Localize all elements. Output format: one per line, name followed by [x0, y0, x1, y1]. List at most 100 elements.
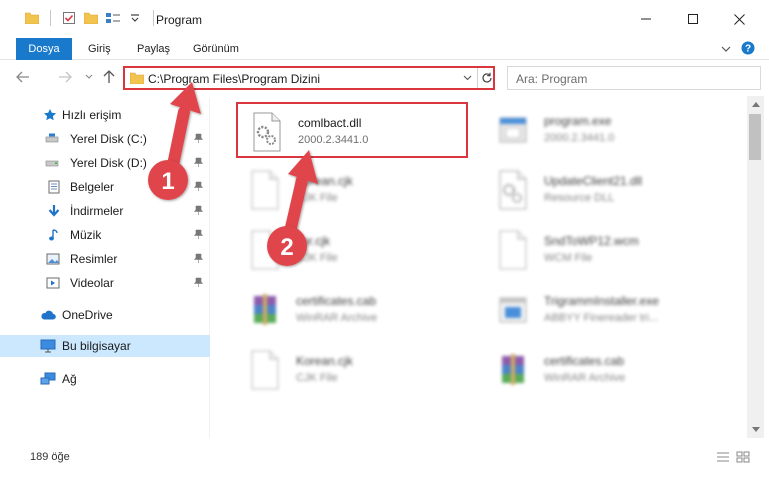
sidebar-item-label: Belgeler: [70, 180, 115, 194]
recent-locations-button[interactable]: [80, 68, 98, 86]
close-icon: [733, 13, 745, 25]
up-arrow-icon: [103, 70, 115, 83]
sidebar-item-onedrive[interactable]: OneDrive: [0, 304, 210, 326]
search-box[interactable]: Ara: Program: [507, 66, 761, 90]
tab-file[interactable]: Dosya: [16, 38, 72, 60]
file-item-updateclient21-dll[interactable]: UpdateClient21.dll Resource DLL: [484, 162, 716, 218]
file-type: WCM File: [544, 252, 593, 264]
ribbon: Dosya Giriş Paylaş Görünüm ?: [0, 38, 769, 60]
sidebar-item-label: Yerel Disk (D:): [70, 156, 147, 170]
file-item-certificates-cab[interactable]: certificates.cab WinRAR Archive: [236, 282, 468, 338]
sidebar-item-local-disk-c[interactable]: Yerel Disk (C:): [0, 128, 210, 150]
star-icon: [42, 107, 58, 123]
item-count: 189 öğe: [30, 451, 70, 463]
sidebar-item-local-disk-d[interactable]: Yerel Disk (D:): [0, 152, 210, 174]
tab-home[interactable]: Giriş: [88, 38, 111, 60]
vertical-scrollbar[interactable]: [747, 96, 764, 438]
forward-button[interactable]: [56, 68, 74, 86]
new-folder-icon[interactable]: [83, 10, 99, 26]
file-item-sndtowp12-wcm[interactable]: SndToWP12.wcm WCM File: [484, 222, 716, 278]
pin-icon: [193, 229, 204, 241]
file-name: Korean.cjk: [296, 174, 353, 188]
file-item-program-exe[interactable]: program.exe 2000.2.3441.0: [484, 102, 716, 158]
rename-icon[interactable]: [105, 10, 121, 26]
sidebar-item-downloads[interactable]: İndirmeler: [0, 200, 210, 222]
file-item-certificates-cab-2[interactable]: certificates.cab WinRAR Archive: [484, 342, 716, 398]
file-version: 2000.2.3441.0: [298, 134, 369, 146]
file-item-trigramminstaller-exe[interactable]: TrigrammInstaller.exe ABBYY Finereader t…: [484, 282, 716, 338]
maximize-icon: [688, 14, 698, 24]
pin-icon: [193, 157, 204, 169]
exe-icon: [496, 110, 536, 152]
minimize-button[interactable]: [623, 0, 669, 38]
file-version: 2000.2.3441.0: [544, 132, 615, 144]
scroll-up-icon[interactable]: [747, 96, 764, 113]
customize-dropdown-icon[interactable]: [127, 10, 143, 26]
help-icon[interactable]: ?: [741, 41, 755, 58]
search-placeholder: Ara: Program: [516, 72, 588, 86]
file-type: CJK File: [296, 192, 338, 204]
pin-icon: [193, 133, 204, 145]
file-item-kor-cjk[interactable]: kor.cjk CJK File: [236, 222, 468, 278]
quick-access-toolbar: [24, 10, 158, 26]
file-icon: [496, 230, 536, 272]
scrollbar-thumb[interactable]: [749, 114, 761, 160]
status-bar: 189 öğe: [0, 445, 769, 469]
close-button[interactable]: [716, 0, 762, 38]
address-bar[interactable]: C:\Program Files\Program Dizini: [123, 66, 495, 90]
window-title: Program: [156, 13, 203, 27]
sidebar-item-label: Ağ: [62, 372, 77, 386]
back-button[interactable]: [14, 68, 32, 86]
computer-icon: [40, 338, 56, 354]
archive-icon: [248, 290, 288, 332]
sidebar-item-label: Yerel Disk (C:): [70, 132, 147, 146]
tab-share[interactable]: Paylaş: [137, 38, 170, 60]
pin-icon: [193, 253, 204, 265]
file-type: Resource DLL: [544, 192, 615, 204]
dll-icon: [496, 170, 536, 212]
file-name: program.exe: [544, 114, 612, 128]
pin-icon: [193, 181, 204, 193]
properties-icon[interactable]: [61, 10, 77, 26]
sidebar-item-this-pc[interactable]: Bu bilgisayar: [0, 335, 210, 357]
toolbar-separator: [153, 10, 154, 26]
expand-ribbon-icon[interactable]: [721, 43, 731, 57]
file-type: WinRAR Archive: [296, 312, 378, 324]
address-dropdown-icon[interactable]: [460, 71, 474, 85]
tab-view[interactable]: Görünüm: [193, 38, 239, 60]
file-icon: [248, 350, 288, 392]
chevron-down-icon: [85, 74, 93, 79]
cloud-icon: [40, 307, 56, 323]
file-item-korean-cjk-2[interactable]: Korean.cjk CJK File: [236, 342, 468, 398]
details-view-icon[interactable]: [716, 451, 730, 466]
minimize-icon: [641, 18, 651, 20]
sidebar-item-music[interactable]: Müzik: [0, 224, 210, 246]
sidebar-item-videos[interactable]: Videolar: [0, 272, 210, 294]
file-type: WinRAR Archive: [544, 372, 626, 384]
file-item-comlbact-dll[interactable]: comlbact.dll 2000.2.3441.0: [236, 102, 468, 158]
file-icon: [248, 170, 288, 212]
sidebar-item-quick-access[interactable]: Hızlı erişim: [0, 104, 210, 126]
file-type: CJK File: [296, 252, 338, 264]
sidebar-item-label: Hızlı erişim: [62, 108, 122, 122]
pictures-icon: [45, 251, 61, 267]
sidebar-item-pictures[interactable]: Resimler: [0, 248, 210, 270]
maximize-button[interactable]: [670, 0, 716, 38]
file-list: comlbact.dll 2000.2.3441.0 program.exe 2…: [222, 98, 744, 438]
folder-icon: [129, 72, 145, 87]
video-icon: [45, 275, 61, 291]
up-button[interactable]: [100, 68, 118, 86]
archive-icon: [496, 350, 536, 392]
refresh-button[interactable]: [477, 68, 495, 88]
sidebar-item-network[interactable]: Ağ: [0, 368, 210, 390]
large-icons-view-icon[interactable]: [736, 451, 750, 466]
toolbar-separator: [50, 10, 51, 26]
file-name: SndToWP12.wcm: [544, 234, 639, 248]
sidebar-item-label: OneDrive: [62, 308, 113, 322]
scroll-down-icon[interactable]: [747, 421, 764, 438]
sidebar-item-documents[interactable]: Belgeler: [0, 176, 210, 198]
file-item-korean-cjk[interactable]: Korean.cjk CJK File: [236, 162, 468, 218]
file-type: CJK File: [296, 372, 338, 384]
forward-arrow-icon: [59, 71, 72, 83]
drive-icon: [44, 131, 60, 147]
